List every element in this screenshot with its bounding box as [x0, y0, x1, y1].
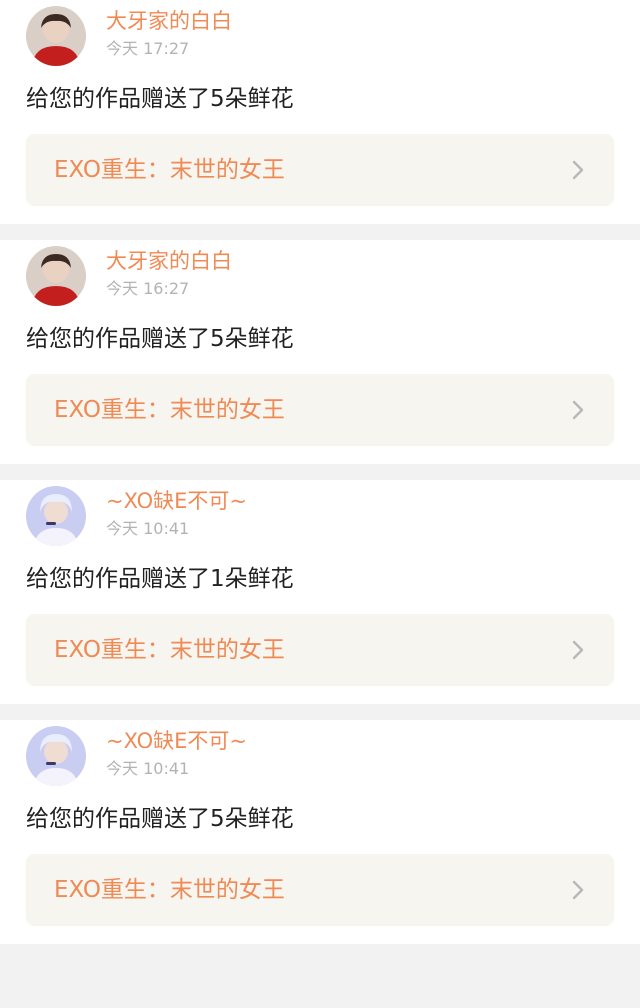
user-avatar-red-icon[interactable]	[26, 6, 86, 66]
username[interactable]: ~XO缺E不可~	[106, 488, 247, 514]
card-separator	[0, 224, 640, 240]
notification-card: ~XO缺E不可~ 今天 10:41 给您的作品赠送了5朵鲜花 EXO重生：末世的…	[0, 720, 640, 944]
chevron-right-icon	[568, 160, 588, 180]
card-separator	[0, 704, 640, 720]
username[interactable]: 大牙家的白白	[106, 248, 232, 274]
chevron-right-icon	[568, 400, 588, 420]
timestamp: 今天 10:41	[106, 759, 190, 778]
user-avatar-red-icon[interactable]	[26, 246, 86, 306]
gift-message: 给您的作品赠送了5朵鲜花	[26, 326, 294, 352]
notification-card: ~XO缺E不可~ 今天 10:41 给您的作品赠送了1朵鲜花 EXO重生：末世的…	[0, 480, 640, 704]
notification-card: 大牙家的白白 今天 17:27 给您的作品赠送了5朵鲜花 EXO重生：末世的女王	[0, 0, 640, 224]
notification-card: 大牙家的白白 今天 16:27 给您的作品赠送了5朵鲜花 EXO重生：末世的女王	[0, 240, 640, 464]
gift-message: 给您的作品赠送了5朵鲜花	[26, 86, 294, 112]
card-separator	[0, 464, 640, 480]
work-link-card[interactable]: EXO重生：末世的女王	[26, 614, 614, 686]
user-avatar-blue-icon[interactable]	[26, 726, 86, 786]
work-link-card[interactable]: EXO重生：末世的女王	[26, 854, 614, 926]
gift-message: 给您的作品赠送了1朵鲜花	[26, 566, 294, 592]
gift-message: 给您的作品赠送了5朵鲜花	[26, 806, 294, 832]
work-title: EXO重生：末世的女王	[54, 637, 285, 663]
notification-feed: 大牙家的白白 今天 17:27 给您的作品赠送了5朵鲜花 EXO重生：末世的女王…	[0, 0, 640, 944]
timestamp: 今天 17:27	[106, 39, 190, 58]
chevron-right-icon	[568, 880, 588, 900]
username[interactable]: ~XO缺E不可~	[106, 728, 247, 754]
work-title: EXO重生：末世的女王	[54, 157, 285, 183]
work-title: EXO重生：末世的女王	[54, 877, 285, 903]
work-link-card[interactable]: EXO重生：末世的女王	[26, 374, 614, 446]
work-link-card[interactable]: EXO重生：末世的女王	[26, 134, 614, 206]
timestamp: 今天 16:27	[106, 279, 190, 298]
user-avatar-blue-icon[interactable]	[26, 486, 86, 546]
timestamp: 今天 10:41	[106, 519, 190, 538]
username[interactable]: 大牙家的白白	[106, 8, 232, 34]
work-title: EXO重生：末世的女王	[54, 397, 285, 423]
chevron-right-icon	[568, 640, 588, 660]
